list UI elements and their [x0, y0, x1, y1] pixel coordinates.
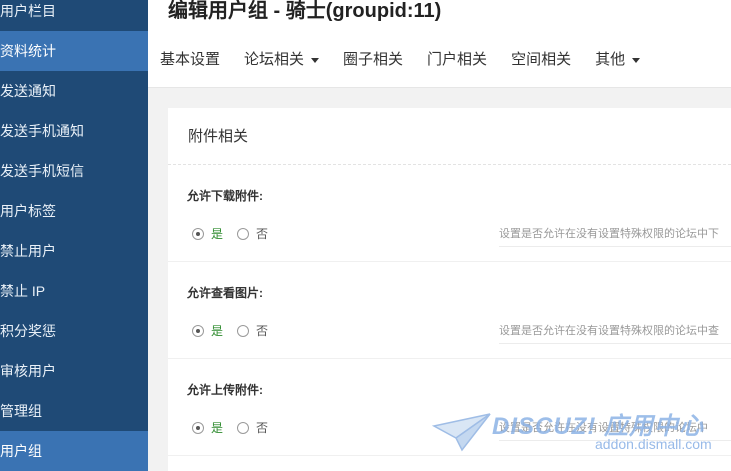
tab-portal[interactable]: 门户相关 [415, 46, 499, 74]
tab-group[interactable]: 圈子相关 [331, 46, 415, 74]
sidebar-item-ban-ip[interactable]: 禁止 IP [0, 271, 148, 311]
radio-yes-label[interactable]: 是 [211, 225, 223, 242]
sidebar-item-label: 用户栏目 [0, 3, 56, 19]
tab-label: 空间相关 [511, 51, 572, 68]
setting-description: 设置是否允许在没有设置特殊权限的论坛中下 [499, 225, 731, 247]
sidebar-item-label: 发送手机短信 [0, 163, 84, 179]
sidebar: 用户栏目 资料统计 发送通知 发送手机通知 发送手机短信 用户标签 禁止用户 禁… [0, 0, 148, 471]
tab-forum[interactable]: 论坛相关 [232, 46, 331, 74]
radio-group: 是 否 [192, 322, 268, 339]
sidebar-item-admin-groups[interactable]: 管理组 [0, 391, 148, 431]
tab-label: 基本设置 [160, 51, 221, 68]
sidebar-item-label: 禁止用户 [0, 243, 56, 259]
radio-yes-label[interactable]: 是 [211, 419, 223, 436]
watermark-url: addon.dismall.com [595, 436, 712, 452]
page-title: 编辑用户组 - 骑士(groupid:11) [168, 0, 442, 22]
sidebar-item-profile-stats[interactable]: 资料统计 [0, 31, 148, 71]
sidebar-item-label: 管理组 [0, 403, 42, 419]
sidebar-item-user-groups[interactable]: 用户组 [0, 431, 148, 471]
radio-yes[interactable] [192, 324, 204, 337]
radio-no[interactable] [237, 324, 250, 337]
tab-label: 门户相关 [427, 51, 488, 68]
radio-yes[interactable] [192, 227, 204, 240]
radio-yes[interactable] [192, 421, 204, 434]
sidebar-item-user-menu[interactable]: 用户栏目 [0, 0, 148, 31]
tab-other[interactable]: 其他 [583, 46, 652, 74]
tab-label: 其他 [595, 51, 626, 68]
radio-no-label[interactable]: 否 [256, 419, 268, 436]
sidebar-item-send-notice[interactable]: 发送通知 [0, 71, 148, 111]
sidebar-item-credits[interactable]: 积分奖惩 [0, 311, 148, 351]
radio-group: 是 否 [192, 419, 268, 436]
sidebar-item-label: 资料统计 [0, 43, 56, 59]
watermark: DISCUZ! 应用中心 addon.dismall.com [432, 406, 731, 468]
sidebar-item-moderate-users[interactable]: 审核用户 [0, 351, 148, 391]
sidebar-item-ban-user[interactable]: 禁止用户 [0, 231, 148, 271]
setting-description: 设置是否允许在没有设置特殊权限的论坛中查 [499, 322, 731, 344]
sidebar-item-label: 用户组 [0, 443, 42, 459]
sidebar-item-user-tags[interactable]: 用户标签 [0, 191, 148, 231]
sidebar-item-label: 禁止 IP [0, 283, 46, 299]
caret-down-icon [311, 57, 320, 63]
radio-no-label[interactable]: 否 [256, 322, 268, 339]
sidebar-item-label: 发送手机通知 [0, 123, 84, 139]
radio-no-label[interactable]: 否 [256, 225, 268, 242]
tab-label: 圈子相关 [343, 51, 404, 68]
tab-space[interactable]: 空间相关 [499, 46, 583, 74]
paper-plane-icon [432, 413, 491, 452]
setting-allow-view-images: 允许查看图片: 是 否 设置是否允许在没有设置特殊权限的论坛中查 [168, 262, 731, 359]
caret-down-icon [632, 57, 641, 63]
tab-basic-settings[interactable]: 基本设置 [148, 46, 232, 74]
sidebar-item-label: 用户标签 [0, 203, 56, 219]
radio-group: 是 否 [192, 225, 268, 242]
sidebar-item-send-mobile-notice[interactable]: 发送手机通知 [0, 111, 148, 151]
setting-label: 允许上传附件: [187, 383, 263, 397]
sidebar-item-send-sms[interactable]: 发送手机短信 [0, 151, 148, 191]
sidebar-item-label: 发送通知 [0, 83, 56, 99]
sidebar-item-label: 积分奖惩 [0, 323, 56, 339]
radio-no[interactable] [237, 227, 250, 240]
setting-label: 允许查看图片: [187, 286, 263, 300]
main-content: 编辑用户组 - 骑士(groupid:11) 基本设置 论坛相关 圈子相关 门户… [148, 0, 731, 471]
radio-yes-label[interactable]: 是 [211, 322, 223, 339]
panel-title: 附件相关 [168, 108, 731, 165]
page-header: 编辑用户组 - 骑士(groupid:11) 基本设置 论坛相关 圈子相关 门户… [148, 0, 731, 88]
setting-label: 允许下载附件: [187, 189, 263, 203]
tab-label: 论坛相关 [244, 51, 305, 68]
tab-bar: 基本设置 论坛相关 圈子相关 门户相关 空间相关 其他 [148, 46, 652, 74]
sidebar-item-label: 审核用户 [0, 363, 56, 379]
radio-no[interactable] [237, 421, 250, 434]
setting-allow-download: 允许下载附件: 是 否 设置是否允许在没有设置特殊权限的论坛中下 [168, 165, 731, 262]
